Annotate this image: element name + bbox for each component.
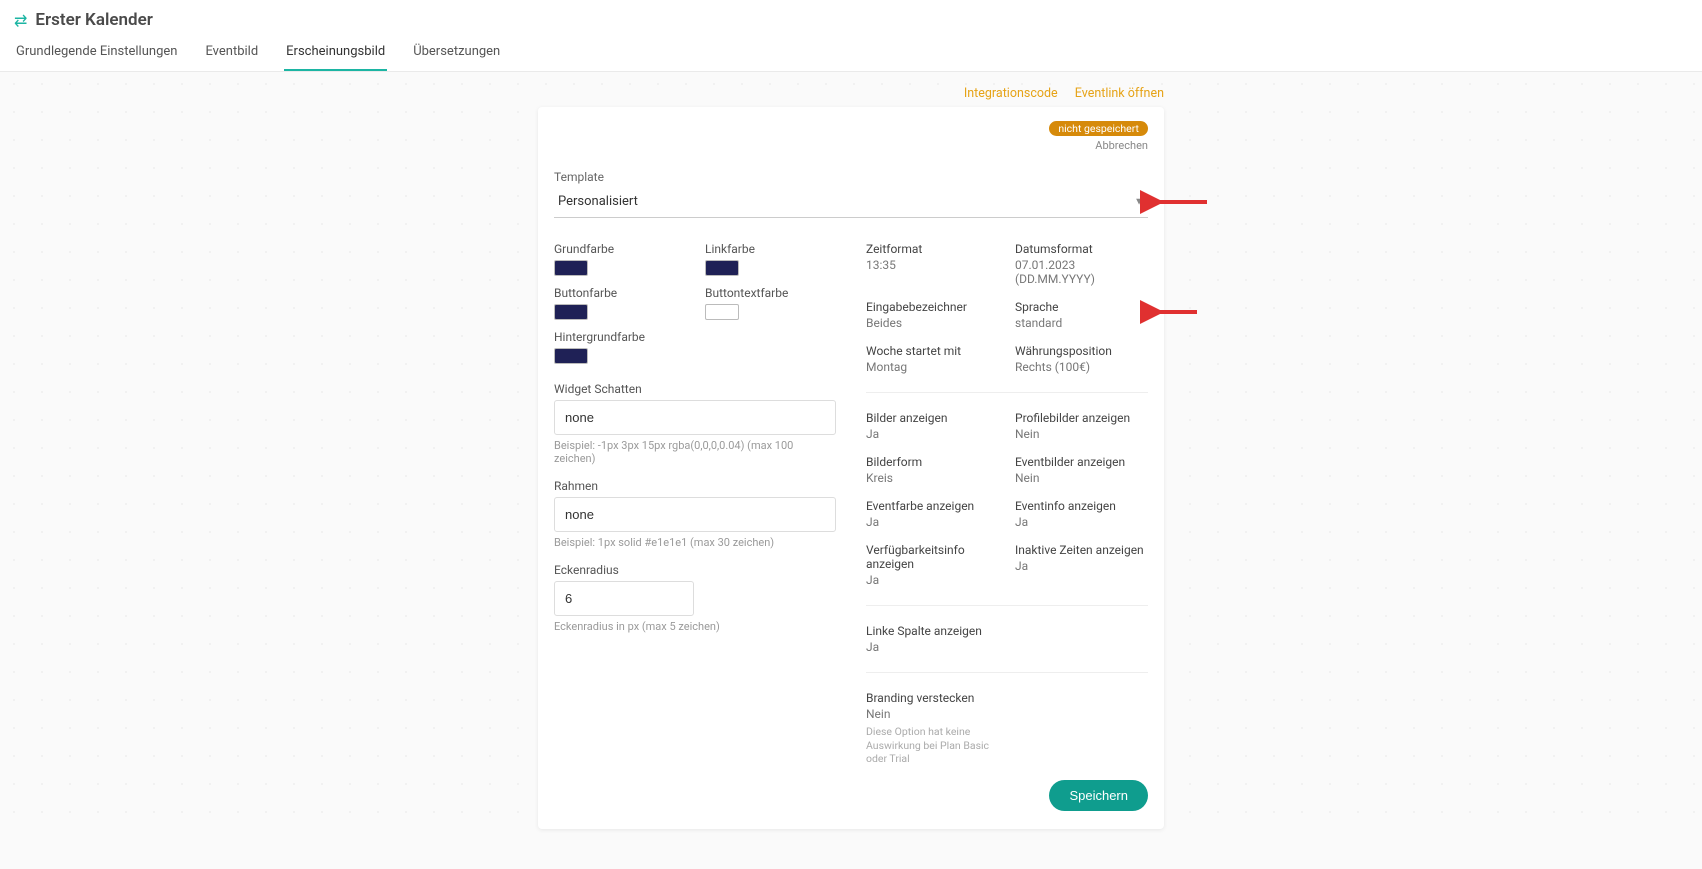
appearance-card: nicht gespeichert Abbrechen Template Per…	[538, 107, 1164, 829]
event-link-open[interactable]: Eventlink öffnen	[1075, 86, 1164, 101]
buttontext-color-swatch[interactable]	[705, 304, 739, 320]
setting-show-profile-img[interactable]: Profilebilder anzeigen Nein	[1015, 411, 1148, 441]
setting-image-shape[interactable]: Bilderform Kreis	[866, 455, 999, 485]
setting-show-availability[interactable]: Verfügbarkeitsinfo anzeigen Ja	[866, 543, 999, 587]
branding-note: Diese Option hat keine Auswirkung bei Pl…	[866, 725, 999, 766]
template-select[interactable]: Personalisiert ▼	[554, 186, 1148, 218]
integration-code-link[interactable]: Integrationscode	[964, 86, 1058, 101]
widget-shadow-helper: Beispiel: -1px 3px 15px rgba(0,0,0,0.04)…	[554, 439, 836, 465]
divider	[866, 605, 1148, 606]
top-links: Integrationscode Eventlink öffnen	[538, 86, 1164, 101]
setting-show-event-img[interactable]: Eventbilder anzeigen Nein	[1015, 455, 1148, 485]
link-color-swatch[interactable]	[705, 260, 739, 276]
border-input[interactable]	[554, 497, 836, 532]
tabs: Grundlegende Einstellungen Eventbild Ers…	[14, 36, 1688, 71]
swap-icon: ⇄	[14, 11, 27, 30]
tab-event-image[interactable]: Eventbild	[203, 36, 260, 71]
setting-language[interactable]: Sprache standard	[1015, 300, 1148, 330]
button-color-label: Buttonfarbe	[554, 286, 685, 300]
cancel-link[interactable]: Abbrechen	[1095, 139, 1148, 152]
setting-date-format[interactable]: Datumsformat 07.01.2023 (DD.MM.YYYY)	[1015, 242, 1148, 286]
template-label: Template	[554, 170, 1148, 184]
tab-basic-settings[interactable]: Grundlegende Einstellungen	[14, 36, 179, 71]
radius-label: Eckenradius	[554, 563, 836, 577]
setting-show-left-col[interactable]: Linke Spalte anzeigen Ja	[866, 624, 999, 654]
save-button[interactable]: Speichern	[1049, 780, 1148, 811]
setting-show-inactive[interactable]: Inaktive Zeiten anzeigen Ja	[1015, 543, 1148, 587]
tab-appearance[interactable]: Erscheinungsbild	[284, 36, 387, 71]
base-color-label: Grundfarbe	[554, 242, 685, 256]
right-column: Zeitformat 13:35 Datumsformat 07.01.2023…	[866, 242, 1148, 766]
template-value: Personalisiert	[558, 194, 638, 209]
link-color-label: Linkfarbe	[705, 242, 836, 256]
setting-currency-pos[interactable]: Währungsposition Rechts (100€)	[1015, 344, 1148, 374]
setting-show-event-color[interactable]: Eventfarbe anzeigen Ja	[866, 499, 999, 529]
setting-hide-branding[interactable]: Branding verstecken Nein Diese Option ha…	[866, 691, 999, 766]
divider	[866, 392, 1148, 393]
radius-helper: Eckenradius in px (max 5 zeichen)	[554, 620, 836, 633]
setting-time-format[interactable]: Zeitformat 13:35	[866, 242, 999, 286]
base-color-swatch[interactable]	[554, 260, 588, 276]
widget-shadow-label: Widget Schatten	[554, 382, 836, 396]
setting-input-label[interactable]: Eingabebezeichner Beides	[866, 300, 999, 330]
unsaved-badge: nicht gespeichert	[1049, 121, 1148, 136]
setting-week-start[interactable]: Woche startet mit Montag	[866, 344, 999, 374]
divider	[866, 672, 1148, 673]
buttontext-color-label: Buttontextfarbe	[705, 286, 836, 300]
button-color-swatch[interactable]	[554, 304, 588, 320]
page-title: Erster Kalender	[35, 10, 152, 30]
chevron-down-icon: ▼	[1134, 196, 1144, 207]
tab-translations[interactable]: Übersetzungen	[411, 36, 502, 71]
top-bar: ⇄ Erster Kalender Grundlegende Einstellu…	[0, 0, 1702, 72]
widget-shadow-input[interactable]	[554, 400, 836, 435]
radius-input[interactable]	[554, 581, 694, 616]
background-color-label: Hintergrundfarbe	[554, 330, 685, 344]
left-column: Grundfarbe Linkfarbe Buttonfarbe Buttont…	[554, 242, 836, 766]
border-label: Rahmen	[554, 479, 836, 493]
background-color-swatch[interactable]	[554, 348, 588, 364]
setting-show-images[interactable]: Bilder anzeigen Ja	[866, 411, 999, 441]
border-helper: Beispiel: 1px solid #e1e1e1 (max 30 zeic…	[554, 536, 836, 549]
setting-show-event-info[interactable]: Eventinfo anzeigen Ja	[1015, 499, 1148, 529]
